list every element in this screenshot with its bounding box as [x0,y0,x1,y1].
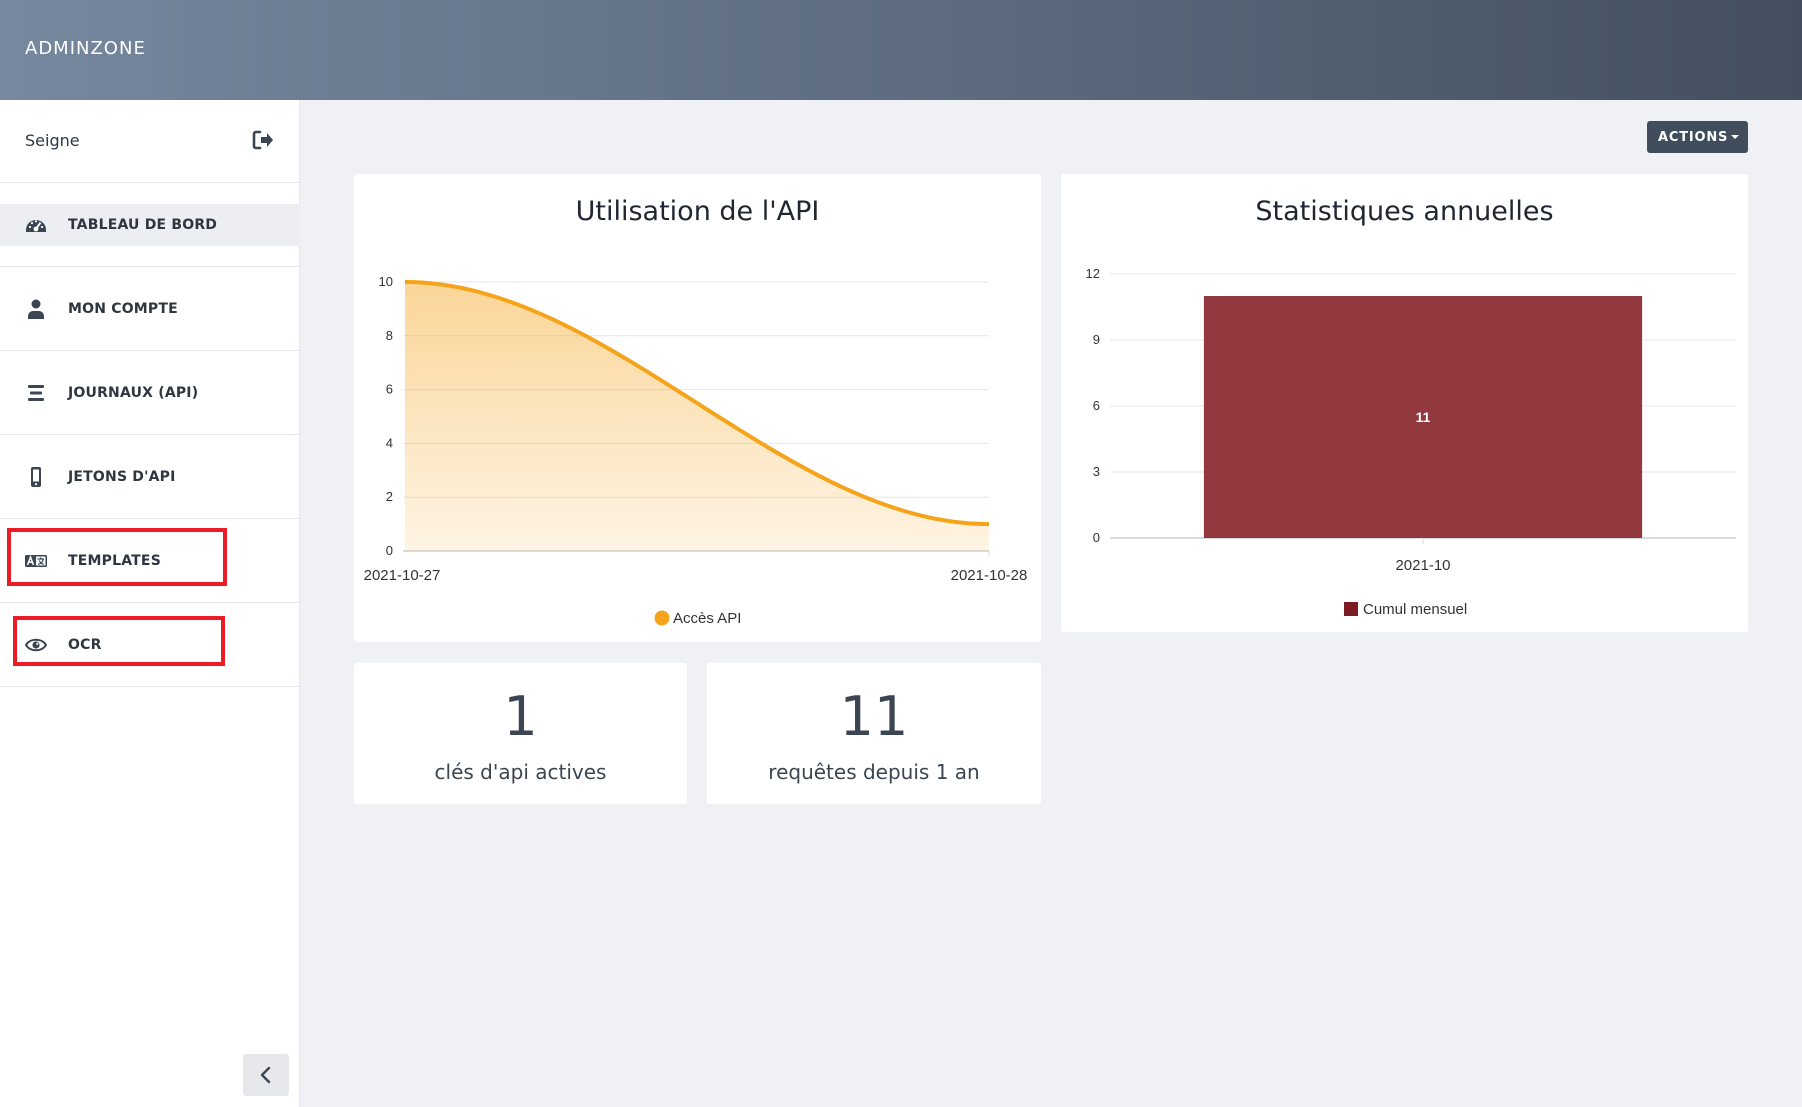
mobile-icon [31,467,41,487]
yearly-stats-card: Statistiques annuelles 0 3 6 9 12 11 2021-10 Cu… [1061,174,1748,632]
y-tick-label: 6 [386,382,393,397]
y-tick-label: 8 [386,328,393,343]
sidebar-item-row: TEMPLATES [0,540,300,582]
x-tick-label: 2021-10-27 [364,567,441,584]
chevron-left-icon [260,1066,271,1084]
stat-card-requests: 11 requêtes depuis 1 an [707,663,1041,804]
app-brand[interactable]: ADMINZONE [25,38,146,59]
sidebar-item-mon-compte[interactable]: MON COMPTE [0,267,300,351]
sidebar-item-label: OCR [68,637,102,653]
legend-marker [1344,602,1358,616]
y-tick-label: 4 [386,435,393,450]
logout-button[interactable] [251,128,275,152]
y-tick-label: 9 [1093,332,1100,347]
stat-value: 11 [839,685,909,748]
sidebar-item-active-bg: TABLEAU DE BORD [0,204,300,246]
y-tick-label: 10 [379,274,393,289]
sidebar-item-label: TEMPLATES [68,553,161,569]
translate-icon [25,554,47,567]
user-row: Seigne [0,100,299,183]
sidebar-collapse-button[interactable] [243,1054,289,1096]
user-name: Seigne [25,131,80,150]
actions-label: ACTIONS [1658,130,1729,145]
bar-data-label: 11 [1416,409,1431,425]
stat-value: 1 [503,685,538,748]
sidebar-item-label: JETONS D'API [68,469,176,485]
eye-icon [25,638,47,652]
stat-label: requêtes depuis 1 an [768,760,980,784]
user-icon [28,299,44,319]
sidebar-item-label: JOURNAUX (API) [68,385,199,401]
sidebar-item-row: MON COMPTE [0,288,300,330]
dashboard-icon [26,220,46,232]
y-tick-label: 0 [386,543,393,558]
list-icon [28,385,44,401]
legend-marker [654,610,670,626]
y-tick-label: 2 [386,489,393,504]
top-bar: ADMINZONE [0,0,1802,100]
sidebar-item-row: JETONS D'API [0,456,300,498]
sidebar-item-ocr[interactable]: OCR [0,603,300,687]
x-tick-label: 2021-10-28 [951,567,1028,584]
y-tick-label: 12 [1086,266,1100,281]
stat-card-active-keys: 1 clés d'api actives [354,663,687,804]
legend-label: Accès API [673,610,741,627]
sidebar-item-label: MON COMPTE [68,301,178,317]
api-usage-card: Utilisation de l'API 0 2 4 6 8 10 2021-10-27 20… [354,174,1041,642]
caret-down-icon [1731,135,1739,139]
x-tick-label: 2021-10 [1395,557,1450,574]
y-tick-label: 0 [1093,530,1100,545]
stat-label: clés d'api actives [434,760,607,784]
sidebar-item-jetons[interactable]: JETONS D'API [0,435,300,519]
actions-dropdown-button[interactable]: ACTIONS [1647,121,1748,153]
sidebar-item-journaux[interactable]: JOURNAUX (API) [0,351,300,435]
sidebar-item-tableau-de-bord[interactable]: TABLEAU DE BORD [0,183,300,267]
sidebar-item-label: TABLEAU DE BORD [68,217,218,233]
sidebar-item-row: JOURNAUX (API) [0,372,300,414]
y-tick-label: 6 [1093,398,1100,413]
sidebar-item-row: OCR [0,624,300,666]
yearly-stats-chart: 0 3 6 9 12 11 2021-10 Cumul mensuel [1086,266,1736,618]
legend-label: Cumul mensuel [1363,601,1467,618]
sign-out-icon [252,130,273,150]
y-tick-label: 3 [1093,464,1100,479]
sidebar: Seigne TABLEAU DE BORD MON COMPTE JOURNA… [0,100,300,1107]
sidebar-item-templates[interactable]: TEMPLATES [0,519,300,603]
sidebar-nav: TABLEAU DE BORD MON COMPTE JOURNAUX (API… [0,183,300,687]
api-usage-chart: 0 2 4 6 8 10 2021-10-27 2021-10-28 Accès API [364,274,1028,627]
